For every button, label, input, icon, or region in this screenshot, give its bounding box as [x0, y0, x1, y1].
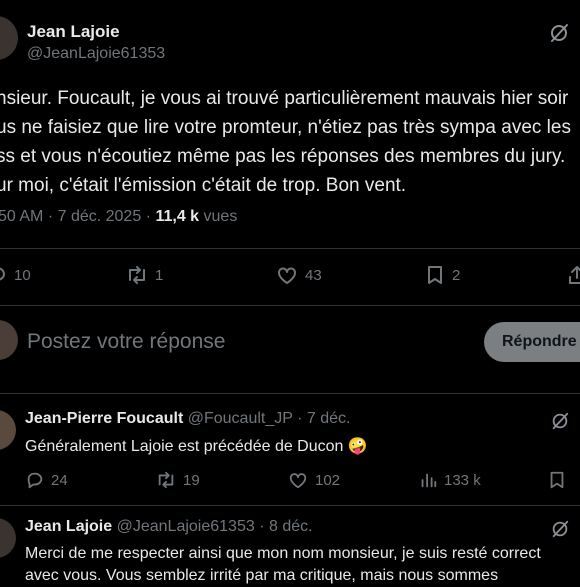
reply-date[interactable]: 7 déc. [307, 410, 351, 427]
like-action[interactable]: 102 [287, 470, 340, 490]
views-count: 133 k [444, 471, 481, 489]
reply-text: Généralement Lajoie est précédée de Duco… [25, 438, 368, 455]
reply-date[interactable]: 8 déc. [269, 518, 313, 535]
reply-author-handle[interactable]: @Foucault_JP [188, 410, 293, 427]
post-body-line: ur moi, c'était l'émission c'était de tr… [0, 175, 407, 196]
reply-avatar[interactable] [0, 410, 16, 450]
divider [0, 248, 580, 249]
author-avatar[interactable] [0, 16, 18, 60]
reply-icon [27, 472, 43, 489]
like-icon [278, 267, 296, 284]
post-body: nsieur. Foucault, je vous ai trouvé part… [0, 84, 571, 200]
reply-action[interactable]: 10 [0, 264, 31, 286]
views-label: vues [203, 208, 238, 225]
repost-action[interactable]: 19 [155, 470, 200, 490]
divider [0, 393, 580, 394]
repost-icon [158, 471, 174, 489]
grok-icon[interactable] [548, 22, 570, 44]
repost-action[interactable]: 1 [125, 264, 163, 286]
reply-author-handle[interactable]: @JeanLajoie61353 [117, 518, 255, 535]
reply-avatar[interactable] [0, 518, 16, 558]
current-user-avatar[interactable] [0, 320, 18, 360]
grok-icon[interactable] [550, 411, 570, 431]
post-time[interactable]: 50 AM [0, 208, 43, 225]
post-body-line: us ne faisiez que lire votre promteur, n… [0, 117, 571, 138]
share-icon[interactable] [566, 264, 580, 286]
reply-header: Jean-Pierre Foucault @Foucault_JP · 7 dé… [25, 410, 351, 427]
repost-count: 1 [155, 266, 164, 284]
like-icon [289, 473, 307, 489]
bookmark-icon [428, 266, 442, 284]
views-action[interactable]: 133 k [418, 470, 481, 490]
like-action[interactable]: 43 [275, 264, 322, 286]
bookmark-count: 2 [452, 266, 461, 284]
reply-icon [0, 267, 5, 281]
views-icon [421, 473, 437, 488]
bookmark-action[interactable]: 2 [424, 264, 460, 286]
like-count: 102 [315, 471, 341, 489]
reply-input[interactable]: Postez votre réponse [27, 330, 225, 354]
repost-count: 19 [183, 471, 200, 489]
divider [0, 305, 580, 306]
reply-button[interactable]: Répondre [484, 322, 580, 362]
reply-header: Jean Lajoie @JeanLajoie61353 · 8 déc. [25, 518, 313, 535]
post-meta: 50 AM · 7 déc. 2025 · 11,4 k vues [0, 208, 238, 225]
reply-action[interactable]: 24 [25, 470, 68, 490]
grok-icon[interactable] [550, 519, 570, 539]
reply-text: Merci de me respecter ainsi que mon nom … [25, 545, 541, 584]
bookmark-icon[interactable] [547, 470, 567, 490]
reply-author-name[interactable]: Jean-Pierre Foucault [25, 410, 183, 427]
emoji: 🤪 [347, 438, 368, 455]
post-body-line: nsieur. Foucault, je vous ai trouvé part… [0, 88, 569, 109]
post-author-name[interactable]: Jean Lajoie [27, 22, 120, 42]
post-date[interactable]: 7 déc. 2025 [58, 208, 142, 225]
reply-count: 10 [14, 266, 31, 284]
repost-icon [129, 266, 145, 284]
reply-author-name[interactable]: Jean Lajoie [25, 518, 112, 535]
views-count: 11,4 k [155, 208, 200, 225]
post-body-line: ss et vous n'écoutiez même pas les répon… [0, 146, 566, 167]
post-author-handle[interactable]: @JeanLajoie61353 [27, 45, 165, 63]
like-count: 43 [305, 266, 322, 284]
divider [0, 505, 580, 506]
reply-count: 24 [51, 471, 68, 489]
